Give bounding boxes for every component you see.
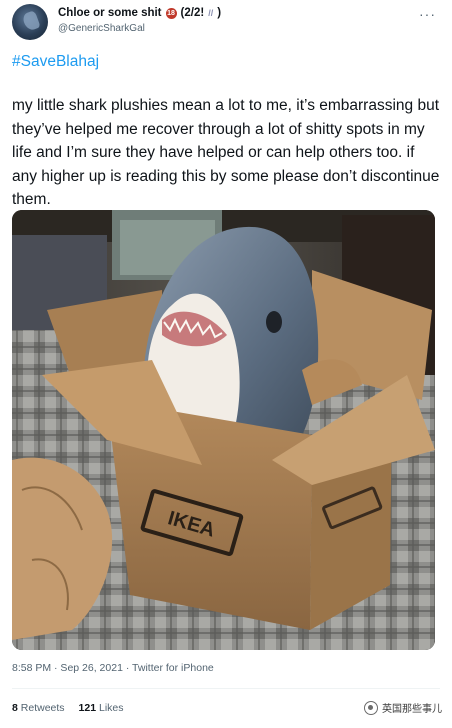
- tweet-timestamp[interactable]: 8:58 PM · Sep 26, 2021 · Twitter for iPh…: [12, 662, 214, 674]
- retweets-stat[interactable]: 8 Retweets: [12, 702, 65, 714]
- retweets-count: 8: [12, 702, 18, 714]
- author-name-close: ): [217, 7, 222, 19]
- likes-stat[interactable]: 121 Likes: [79, 702, 124, 714]
- author-name-row[interactable]: Chloe or some shit 18 (2/2! // ): [58, 7, 221, 19]
- shark-in-box-photo: IKEA: [12, 210, 435, 650]
- likes-label: Likes: [99, 702, 124, 714]
- hashtag-link[interactable]: #SaveBlahaj: [12, 53, 99, 71]
- syringe-icon: //: [208, 8, 214, 18]
- more-options-icon[interactable]: ···: [419, 6, 436, 22]
- likes-count: 121: [78, 702, 97, 714]
- author-name-suffix: (2/2!: [180, 7, 205, 19]
- divider: [12, 688, 440, 689]
- author-handle[interactable]: @GenericSharkGal: [58, 23, 145, 34]
- tweet-photo[interactable]: IKEA: [12, 210, 435, 650]
- tweet-body-text: my little shark plushies mean a lot to m…: [12, 97, 440, 208]
- watermark-text: 英国那些事儿: [382, 704, 442, 715]
- watermark: 英国那些事儿: [364, 700, 442, 715]
- avatar-shark-icon: [21, 10, 41, 32]
- age-18-icon: 18: [165, 7, 177, 19]
- retweets-label: Retweets: [20, 702, 65, 714]
- avatar[interactable]: [12, 4, 48, 40]
- author-display-name[interactable]: Chloe or some shit: [58, 7, 162, 19]
- wechat-logo-icon: [364, 700, 378, 715]
- tweet-header: Chloe or some shit 18 (2/2! // ) @Generi…: [12, 4, 440, 42]
- tweet-stats: 8 Retweets 121 Likes: [12, 702, 124, 714]
